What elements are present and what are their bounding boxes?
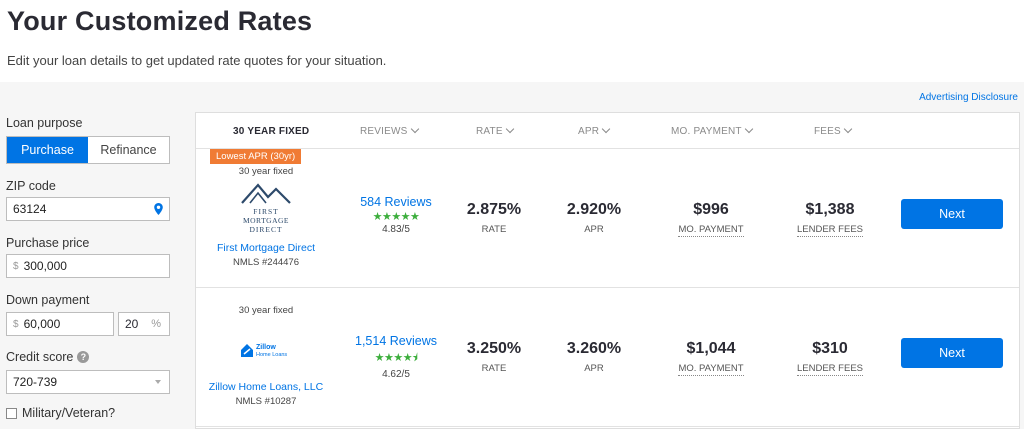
page-title: Your Customized Rates <box>7 6 313 36</box>
dollar-prefix: $ <box>13 318 19 330</box>
down-payment-percent-input[interactable]: 20 % <box>118 312 170 336</box>
credit-score-label: Credit score? <box>6 350 90 364</box>
star-rating: ★★★★★ <box>372 211 420 223</box>
payment-cell: $1,044 MO. PAYMENT <box>661 340 761 376</box>
chevron-down-icon <box>505 124 514 134</box>
col-header-fees[interactable]: FEES <box>814 124 853 137</box>
credit-score-select[interactable]: 720-739 <box>6 370 170 394</box>
military-label: Military/Veteran? <box>22 406 116 420</box>
apr-value: 2.920% <box>566 201 622 218</box>
col-header-reviews-label: REVIEWS <box>360 126 408 137</box>
chevron-down-icon <box>410 124 419 134</box>
col-header-reviews[interactable]: REVIEWS <box>360 124 419 137</box>
review-score: 4.83/5 <box>382 224 410 235</box>
chevron-down-icon <box>744 124 753 134</box>
page-subtitle: Edit your loan details to get updated ra… <box>7 53 387 68</box>
lowest-apr-badge: Lowest APR (30yr) <box>210 149 302 164</box>
logo-line-1: FIRST <box>253 207 278 216</box>
rate-caption: RATE <box>481 224 507 235</box>
zip-input[interactable]: 63124 <box>6 197 170 221</box>
rate-value: 2.875% <box>466 201 522 218</box>
rates-table: 30 YEAR FIXED REVIEWS RATE APR MO. PAYME… <box>195 112 1020 429</box>
purchase-price-input[interactable]: $ 300,000 <box>6 254 170 278</box>
next-button[interactable]: Next <box>901 338 1003 368</box>
col-header-rate-label: RATE <box>476 126 503 137</box>
military-checkbox[interactable] <box>6 408 17 419</box>
loan-purpose-toggle: Purchase Refinance <box>6 136 170 164</box>
nmls-number: NMLS #10287 <box>235 396 297 407</box>
credit-score-label-text: Credit score <box>6 350 74 364</box>
purchase-price-value: 300,000 <box>23 259 67 273</box>
loan-term: 30 year fixed <box>238 166 294 177</box>
percent-sign: % <box>151 318 161 330</box>
lender-name-link[interactable]: First Mortgage Direct <box>196 242 336 254</box>
apr-caption: APR <box>584 224 604 235</box>
fees-cell: $310 LENDER FEES <box>780 340 880 376</box>
reviews-cell: 1,514 Reviews ★★★★⯨ 4.62/5 <box>336 334 456 380</box>
logo-line-2: MORTGAGE <box>243 216 289 225</box>
col-header-payment-label: MO. PAYMENT <box>671 126 742 137</box>
zillow-home-loans-logo: Zillow Home Loans <box>241 344 287 358</box>
col-header-apr[interactable]: APR <box>578 124 611 137</box>
next-button[interactable]: Next <box>901 199 1003 229</box>
down-payment-input[interactable]: $ 60,000 <box>6 312 114 336</box>
logo-line-1: Zillow <box>256 344 276 351</box>
reviews-cell: 584 Reviews ★★★★★ 4.83/5 <box>336 195 456 235</box>
chevron-down-icon <box>155 380 161 384</box>
fees-caption[interactable]: LENDER FEES <box>797 224 863 237</box>
payment-cell: $996 MO. PAYMENT <box>661 201 761 237</box>
fees-cell: $1,388 LENDER FEES <box>780 201 880 237</box>
col-header-fees-label: FEES <box>814 126 841 137</box>
down-payment-percent-value: 20 <box>125 317 139 331</box>
zip-label: ZIP code <box>6 179 56 193</box>
credit-score-value: 720-739 <box>13 375 58 389</box>
apr-value: 3.260% <box>566 340 622 357</box>
table-row: Lowest APR (30yr) 30 year fixed FIRST MO… <box>196 149 1019 288</box>
payment-caption[interactable]: MO. PAYMENT <box>678 363 744 376</box>
col-header-payment[interactable]: MO. PAYMENT <box>671 124 753 137</box>
zip-value: 63124 <box>13 202 47 216</box>
fees-value: $310 <box>812 340 848 357</box>
advertising-disclosure-link[interactable]: Advertising Disclosure <box>919 92 1018 103</box>
apr-caption: APR <box>584 363 604 374</box>
dollar-prefix: $ <box>13 260 19 272</box>
table-row: 30 year fixed Zillow Home Loans Zillow H… <box>196 288 1019 427</box>
col-header-apr-label: APR <box>578 126 600 137</box>
rate-caption: RATE <box>481 363 507 374</box>
down-payment-value: 60,000 <box>23 317 61 331</box>
help-icon[interactable]: ? <box>77 351 90 363</box>
fees-value: $1,388 <box>805 201 855 218</box>
loan-purpose-label: Loan purpose <box>6 116 83 130</box>
col-header-term[interactable]: 30 YEAR FIXED <box>233 126 309 137</box>
reviews-link[interactable]: 584 Reviews <box>336 195 456 209</box>
payment-value: $996 <box>693 201 729 218</box>
table-header: 30 YEAR FIXED REVIEWS RATE APR MO. PAYME… <box>196 113 1019 149</box>
lender-name-link[interactable]: Zillow Home Loans, LLC <box>196 381 336 393</box>
logo-line-2: Home Loans <box>256 352 287 358</box>
loan-term: 30 year fixed <box>238 305 294 316</box>
first-mortgage-direct-logo: FIRST MORTGAGE DIRECT <box>241 183 291 234</box>
apr-cell: 3.260% APR <box>544 340 644 374</box>
logo-line-3: DIRECT <box>249 225 282 234</box>
reviews-link[interactable]: 1,514 Reviews <box>336 334 456 348</box>
fees-caption[interactable]: LENDER FEES <box>797 363 863 376</box>
down-payment-label: Down payment <box>6 293 90 307</box>
rate-cell: 3.250% RATE <box>444 340 544 374</box>
payment-caption[interactable]: MO. PAYMENT <box>678 224 744 237</box>
location-pin-icon <box>154 203 163 215</box>
nmls-number: NMLS #244476 <box>232 257 300 268</box>
star-rating: ★★★★⯨ <box>374 352 418 364</box>
refinance-option[interactable]: Refinance <box>88 137 169 163</box>
chevron-down-icon <box>843 124 853 134</box>
purchase-option[interactable]: Purchase <box>7 137 88 163</box>
payment-value: $1,044 <box>686 340 736 357</box>
col-header-rate[interactable]: RATE <box>476 124 514 137</box>
review-score: 4.62/5 <box>382 369 410 380</box>
rate-cell: 2.875% RATE <box>444 201 544 235</box>
chevron-down-icon <box>601 124 611 134</box>
rate-value: 3.250% <box>466 340 522 357</box>
purchase-price-label: Purchase price <box>6 236 90 250</box>
apr-cell: 2.920% APR <box>544 201 644 235</box>
